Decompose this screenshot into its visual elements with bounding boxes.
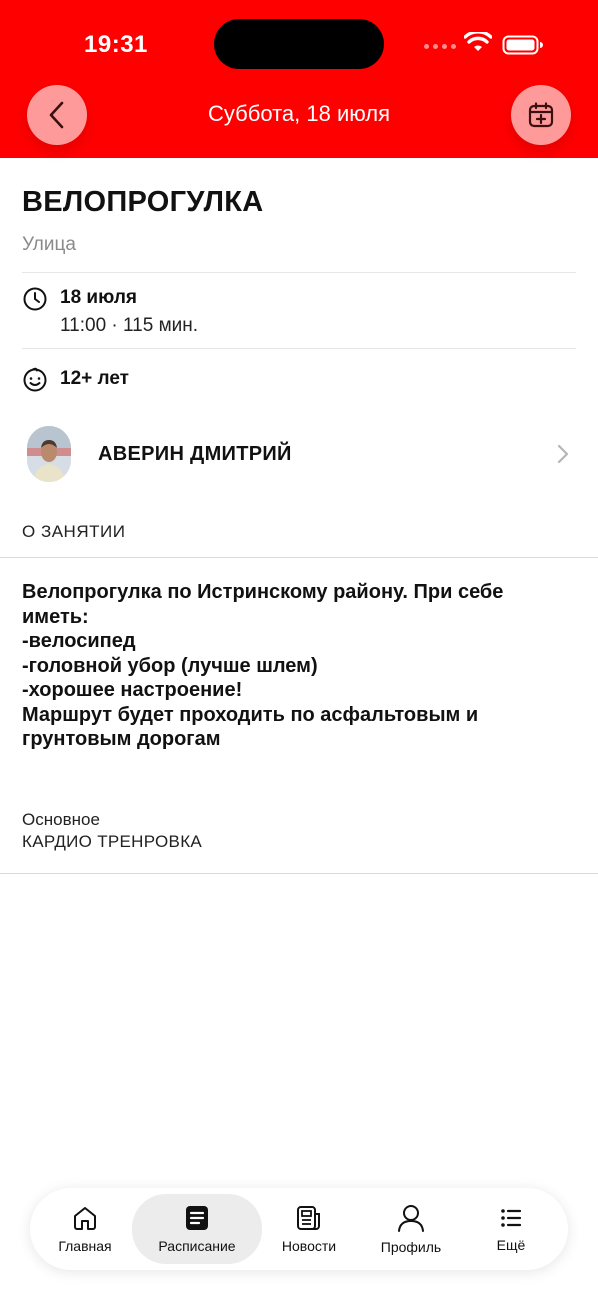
tab-label: Новости <box>281 1238 337 1254</box>
news-icon <box>297 1206 320 1230</box>
status-indicators <box>424 30 544 60</box>
battery-icon <box>502 35 543 55</box>
dynamic-island <box>214 19 384 69</box>
more-list-icon <box>501 1209 522 1227</box>
status-time: 19:31 <box>84 31 148 58</box>
divider <box>22 272 576 273</box>
divider <box>0 873 598 874</box>
tab-profile[interactable]: Профиль <box>370 1194 452 1264</box>
event-location: Улица <box>22 234 76 255</box>
tab-home[interactable]: Главная <box>44 1194 126 1264</box>
event-time-duration: 11:00 · 115 мин. <box>60 315 199 336</box>
tab-schedule[interactable]: Расписание <box>132 1194 262 1264</box>
description-line: -головной убор (лучше шлем) <box>22 654 318 677</box>
tab-news[interactable]: Новости <box>268 1194 350 1264</box>
header-title: Суббота, 18 июля <box>207 101 390 126</box>
profile-icon <box>398 1205 424 1232</box>
clock-icon <box>23 287 47 311</box>
tab-label: Расписание <box>158 1238 236 1254</box>
description-line: Велопрогулка по Истринскому району. При … <box>22 581 504 603</box>
description-line: иметь: <box>22 605 89 628</box>
event-date: 18 июля <box>60 287 138 308</box>
event-detail-screen: 19:31 Суббота, 18 июля ВЕЛОПРОГУЛКА Улиц… <box>0 0 598 1300</box>
tab-bar: Главная Расписание Новости Профиль Ещё <box>30 1188 568 1270</box>
trainer-name[interactable]: АВЕРИН ДМИТРИЙ <box>98 443 292 466</box>
schedule-icon <box>186 1206 208 1230</box>
calendar-plus-icon <box>528 102 554 128</box>
description-line: Маршрут будет проходить по асфальтовым и <box>22 703 479 726</box>
description-line: грунтовым дорогам <box>22 728 221 750</box>
trainer-avatar[interactable] <box>27 426 71 482</box>
tab-more[interactable]: Ещё <box>470 1194 552 1264</box>
event-title: ВЕЛОПРОГУЛКА <box>22 186 264 218</box>
about-section-label: О ЗАНЯТИИ <box>22 522 126 541</box>
event-age-limit: 12+ лет <box>60 368 129 389</box>
tab-label: Главная <box>58 1238 112 1254</box>
tab-label: Профиль <box>380 1239 442 1255</box>
wifi-icon <box>464 32 492 51</box>
description-line: -велосипед <box>22 630 136 652</box>
divider <box>0 557 598 558</box>
add-to-calendar-button[interactable] <box>511 85 571 145</box>
chevron-right-icon[interactable] <box>556 444 570 464</box>
header: 19:31 Суббота, 18 июля <box>0 0 598 158</box>
category-label: Основное <box>22 810 100 829</box>
category-value: КАРДИО ТРЕНРОВКА <box>22 832 203 851</box>
signal-icon <box>424 44 456 49</box>
description-line: -хорошее настроение! <box>22 679 243 701</box>
event-description: Велопрогулка по Истринскому району. При … <box>22 580 572 752</box>
home-icon <box>74 1207 96 1230</box>
tab-label: Ещё <box>496 1237 526 1253</box>
divider <box>22 348 576 349</box>
child-face-icon <box>23 367 47 392</box>
